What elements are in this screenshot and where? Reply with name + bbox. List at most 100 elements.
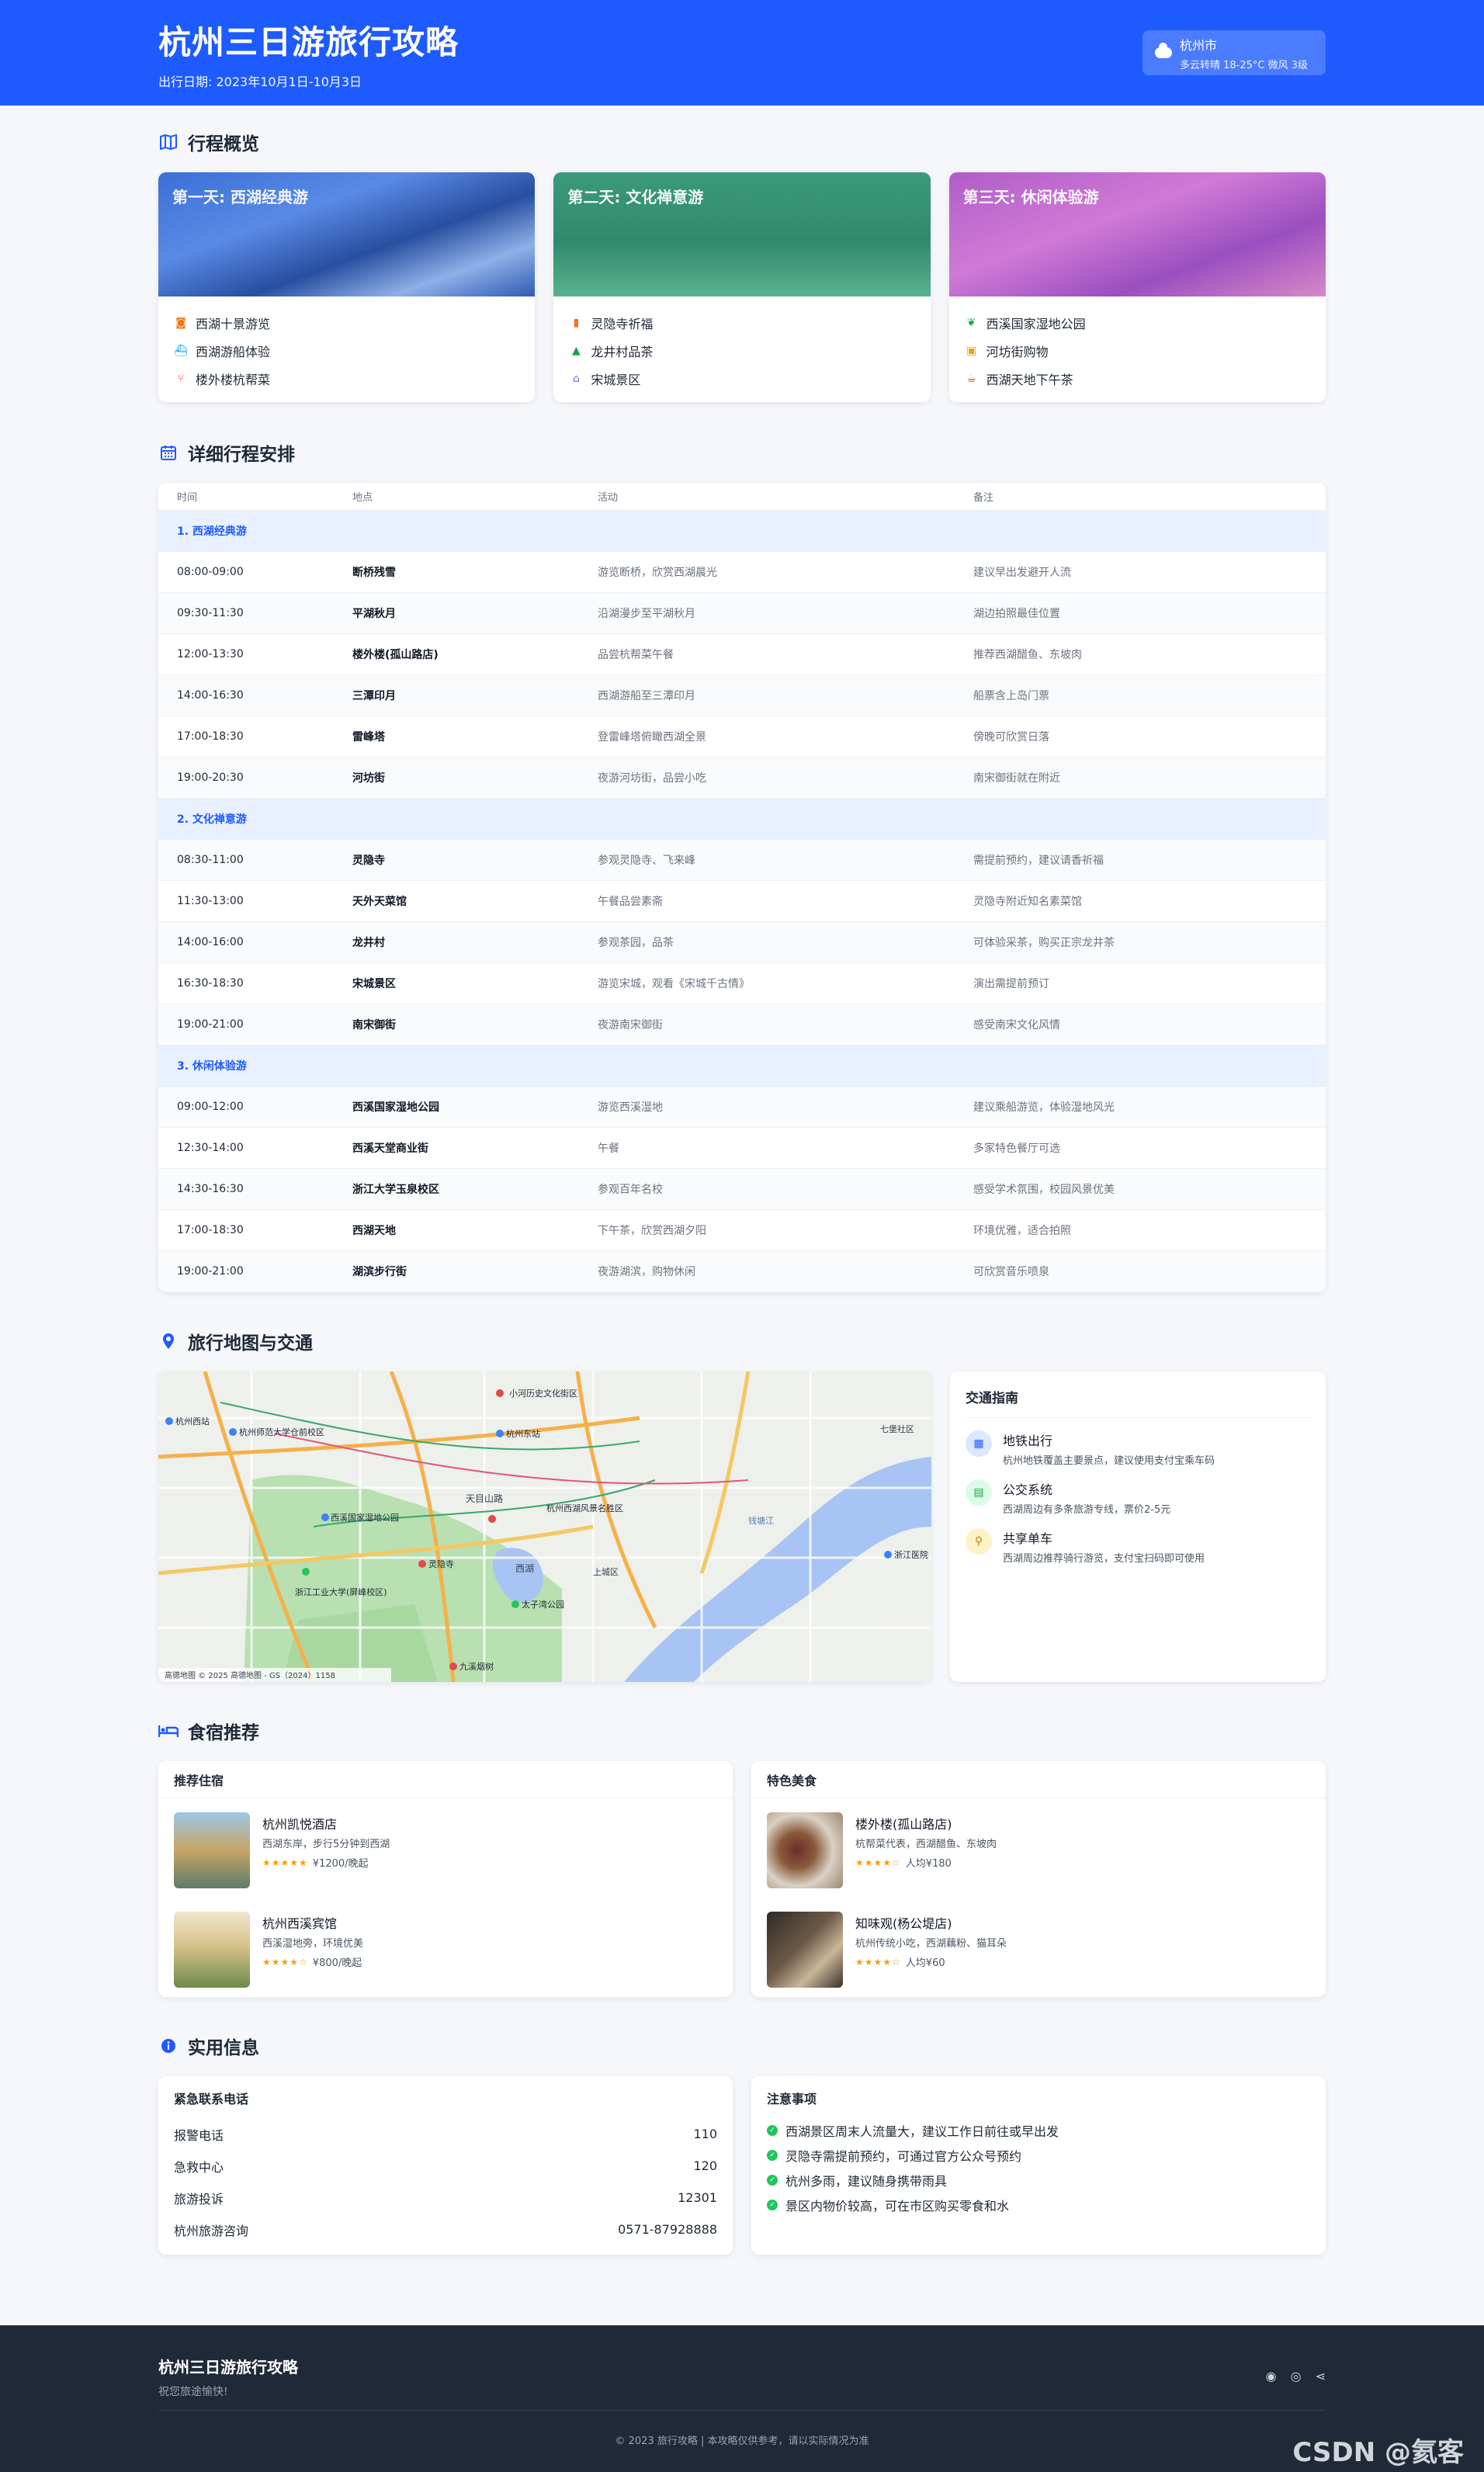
map-label: 杭州师范大学仓前校区 — [239, 1427, 324, 1437]
check-icon: ✓ — [767, 2125, 778, 2136]
page-footer: 杭州三日游旅行攻略 祝您旅途愉快! ◉ ◎ ⋖ © 2023 旅行攻略 | 本攻… — [0, 2325, 1484, 2472]
table-cell: 12:00-13:30 — [177, 648, 244, 660]
map-label: 七堡社区 — [880, 1423, 914, 1434]
shopping-bag-icon: ▣ — [966, 345, 977, 357]
table-cell: 建议早出发避开人流 — [973, 567, 1071, 579]
table-row: 19:00-21:00 湖滨步行街 夜游湖滨，购物休闲 可欣赏音乐喷泉 — [158, 1251, 1326, 1292]
weather-city: 杭州市 — [1180, 37, 1218, 53]
note-item: ✓ 西湖景区周末人流量大，建议工作日前往或早出发 — [767, 2118, 1310, 2143]
page-header: 杭州三日游旅行攻略 出行日期: 2023年10月1日-10月3日 杭州市 多云转… — [0, 0, 1484, 106]
table-row: 14:30-16:30 浙江大学玉泉校区 参观百年名校 感受学术氛围，校园风景优美 — [158, 1169, 1326, 1210]
weibo-icon[interactable]: ◎ — [1291, 2369, 1302, 2384]
check-icon: ✓ — [767, 2150, 778, 2161]
list-item: ◙ 西湖十景游览 — [174, 309, 519, 337]
section-title: 实用信息 — [158, 2034, 1326, 2058]
hotel-desc: 西湖东岸，步行5分钟到西湖 — [262, 1839, 390, 1850]
list-item: ▲ 龙井村品茶 — [569, 337, 914, 365]
footer-subtitle: 祝您旅途愉快! — [158, 2386, 228, 2398]
hotel-price: ¥1200/晚起 — [312, 1858, 369, 1870]
table-cell: 19:00-21:00 — [177, 1265, 244, 1278]
table-cell: 登雷峰塔俯瞰西湖全景 — [598, 731, 706, 744]
table-cell: 参观灵隐寺、飞来峰 — [598, 855, 695, 867]
hotel-item[interactable]: 杭州西溪宾馆 西溪湿地旁，环境优美 ★★★★☆ ¥800/晚起 — [158, 1898, 733, 1997]
traffic-title: 交通指南 — [966, 1387, 1310, 1418]
day3-card[interactable]: 第三天: 休闲体验游 ❦ 西溪国家湿地公园 ▣ 河坊街购物 ☕ 西湖天地下午茶 — [948, 172, 1326, 402]
camera-icon: ◙ — [175, 317, 186, 329]
day1-image: 第一天: 西湖经典游 — [158, 172, 536, 296]
table-cell: 14:00-16:30 — [177, 689, 244, 702]
table-cell: 湖滨步行街 — [352, 1266, 407, 1278]
restaurant-price: 人均¥60 — [905, 1957, 945, 1969]
restaurant-desc: 杭帮菜代表，西湖醋鱼、东坡肉 — [855, 1839, 997, 1850]
cloud-icon — [1155, 43, 1172, 58]
table-cell: 品尝杭帮菜午餐 — [598, 649, 674, 661]
contact-row: 杭州旅游咨询 0571-87928888 — [174, 2222, 717, 2238]
food-item[interactable]: 楼外楼(孤山路店) 杭帮菜代表，西湖醋鱼、东坡肉 ★★★★☆ 人均¥180 — [751, 1798, 1326, 1898]
table-cell: 南宋御街就在附近 — [973, 772, 1060, 785]
table-cell: 16:30-18:30 — [177, 977, 244, 990]
info-icon — [158, 2038, 179, 2054]
wechat-icon[interactable]: ◉ — [1266, 2369, 1277, 2384]
note-item: ✓ 灵隐寺需提前预约，可通过官方公众号预约 — [767, 2143, 1310, 2168]
panel-heading: 紧急联系电话 — [174, 2092, 249, 2106]
map-label: 杭州西湖风景名胜区 — [546, 1503, 623, 1513]
column-header: 备注 — [973, 492, 994, 504]
list-item: ▣ 河坊街购物 — [965, 337, 1310, 365]
hotel-item[interactable]: 杭州凯悦酒店 西湖东岸，步行5分钟到西湖 ★★★★★ ¥1200/晚起 — [158, 1798, 733, 1898]
food-photo — [767, 1812, 843, 1888]
table-cell: 09:30-11:30 — [177, 607, 244, 619]
contact-row: 急救中心 120 — [174, 2158, 717, 2175]
map-label: 上城区 — [593, 1567, 619, 1577]
day3-label: 第三天: 休闲体验游 — [962, 188, 1099, 206]
tree-icon: ▲ — [571, 345, 581, 357]
hotel-price: ¥800/晚起 — [312, 1957, 362, 1969]
table-cell: 夜游南宋御街 — [598, 1019, 663, 1031]
table-row: 12:30-14:00 西溪天堂商业街 午餐 多家特色餐厅可选 — [158, 1128, 1326, 1169]
food-item[interactable]: 知味观(杨公堤店) 杭州传统小吃，西湖藕粉、猫耳朵 ★★★★☆ 人均¥60 — [751, 1898, 1326, 1997]
schedule-group-row: 3. 休闲体验游 — [158, 1045, 1326, 1087]
contact-row: 旅游投诉 12301 — [174, 2190, 717, 2207]
hotel-name: 杭州西溪宾馆 — [262, 1916, 338, 1931]
table-header: 时间 地点 活动 备注 — [158, 483, 1326, 511]
schedule-table: 时间 地点 活动 备注 1. 西湖经典游 08:00-09:00 断桥残雪 游览断桥，… — [158, 483, 1326, 1292]
table-row: 19:00-20:30 河坊街 夜游河坊街，品尝小吃 南宋御街就在附近 — [158, 758, 1326, 799]
table-row: 08:00-09:00 断桥残雪 游览断桥，欣赏西湖晨光 建议早出发避开人流 — [158, 552, 1326, 593]
traffic-item: ▤ 公交系统 西湖周边有多条旅游专线，票价2-5元 — [966, 1479, 1310, 1516]
calendar-icon — [158, 445, 179, 460]
schedule-title: 详细行程安排 — [188, 445, 295, 465]
list-item: ▮ 灵隐寺祈福 — [569, 309, 914, 337]
bed-icon — [158, 1724, 179, 1738]
day1-card[interactable]: 第一天: 西湖经典游 ◙ 西湖十景游览 ⛴ 西湖游船体验 ⑂ 楼外楼杭帮菜 — [158, 172, 536, 402]
table-cell: 楼外楼(孤山路店) — [352, 649, 439, 661]
table-cell: 西溪天堂商业街 — [352, 1142, 428, 1155]
table-cell: 西湖天地 — [352, 1225, 396, 1237]
map-canvas[interactable]: 杭州西站 杭州师范大学仓前校区 小河历史文化街区 杭州东站 天目山路 西溪国家湿… — [158, 1371, 931, 1682]
share-icon[interactable]: ⋖ — [1316, 2369, 1326, 2384]
table-cell: 感受南宋文化风情 — [973, 1019, 1060, 1031]
bus-icon: ▤ — [966, 1479, 992, 1506]
table-cell: 河坊街 — [352, 772, 385, 785]
traffic-item: ⚲ 共享单车 西湖周边推荐骑行游览，支付宝扫码即可使用 — [966, 1528, 1310, 1565]
column-header: 活动 — [598, 492, 619, 504]
table-cell: 南宋御街 — [352, 1019, 396, 1031]
section-title: 食宿推荐 — [158, 1719, 1326, 1743]
section-title: 详细行程安排 — [158, 441, 1326, 465]
table-cell: 午餐 — [598, 1142, 619, 1155]
city-map[interactable]: 杭州西站 杭州师范大学仓前校区 小河历史文化街区 杭州东站 天目山路 西溪国家湿… — [158, 1371, 931, 1682]
page-title: 杭州三日游旅行攻略 — [158, 23, 459, 61]
table-cell: 沿湖漫步至平湖秋月 — [598, 608, 695, 620]
check-icon: ✓ — [767, 2200, 778, 2210]
food-panel: 特色美食 楼外楼(孤山路店) 杭帮菜代表，西湖醋鱼、东坡肉 ★★★★☆ 人均¥18… — [751, 1761, 1326, 1997]
hotel-panel: 推荐住宿 杭州凯悦酒店 西湖东岸，步行5分钟到西湖 ★★★★★ ¥1200/晚起 … — [158, 1761, 733, 1997]
table-cell: 08:00-09:00 — [177, 566, 244, 578]
note-item: ✓ 杭州多雨，建议随身携带雨具 — [767, 2168, 1310, 2193]
schedule-group-row: 2. 文化禅意游 — [158, 799, 1326, 840]
day2-card[interactable]: 第二天: 文化禅意游 ▮ 灵隐寺祈福 ▲ 龙井村品茶 ⌂ 宋城景区 — [553, 172, 931, 402]
table-cell: 龙井村 — [352, 937, 385, 949]
table-cell: 多家特色餐厅可选 — [973, 1142, 1060, 1155]
map-icon — [158, 134, 179, 150]
temple-icon: ⌂ — [572, 373, 580, 385]
day1-label: 第一天: 西湖经典游 — [172, 188, 308, 206]
list-item: ⛴ 西湖游船体验 — [174, 345, 271, 359]
table-cell: 14:30-16:30 — [177, 1183, 244, 1195]
